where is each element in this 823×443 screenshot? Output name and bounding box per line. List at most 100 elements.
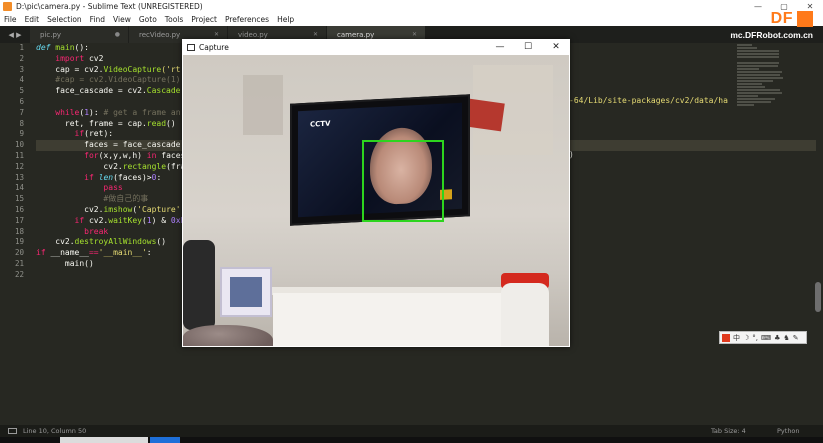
- minimap-line: [737, 56, 779, 58]
- minimap[interactable]: [737, 43, 817, 415]
- tab-close-icon[interactable]: ✕: [412, 31, 417, 38]
- sublime-app-icon: [3, 2, 12, 11]
- tab-nav-arrows-icon[interactable]: ◀ ▶: [0, 26, 30, 43]
- code-token: if: [36, 248, 51, 258]
- code-token: cv2.: [36, 237, 75, 247]
- menu-preferences[interactable]: Preferences: [225, 15, 269, 24]
- minimap-line: [737, 71, 782, 73]
- line-number: 4: [19, 75, 24, 85]
- tab-label: video.py: [238, 30, 268, 39]
- dfrobot-watermark: DF mc.DFRobot.com.cn: [730, 10, 813, 40]
- bottle: [501, 283, 549, 346]
- camera-frame: CCTV: [183, 55, 569, 346]
- line-number: 19: [14, 237, 24, 247]
- minimap-line: [737, 80, 774, 82]
- menu-selection[interactable]: Selection: [47, 15, 82, 24]
- code-token: read: [146, 118, 167, 128]
- capture-title: Capture: [199, 42, 229, 52]
- code-token: (): [84, 258, 94, 268]
- ime-moon-icon[interactable]: ☽: [743, 334, 749, 342]
- code-token: cv2.: [36, 204, 104, 214]
- tab-close-icon[interactable]: ✕: [313, 31, 318, 38]
- code-token: 'Capture': [137, 204, 181, 214]
- code-token: faces = face_cascade.: [36, 140, 186, 150]
- minimap-line: [737, 74, 781, 76]
- minimap-line: [737, 68, 760, 70]
- code-token: #cap = cv2.VideoCapture(1): [36, 75, 181, 85]
- menu-bar: File Edit Selection Find View Goto Tools…: [0, 13, 823, 26]
- code-token: main: [55, 43, 75, 52]
- code-token: (x,y,w,h): [98, 150, 147, 160]
- ime-keyboard-icon[interactable]: ⌨: [761, 334, 771, 342]
- menu-find[interactable]: Find: [90, 15, 105, 24]
- photo-frame: [220, 267, 272, 317]
- line-number: 3: [19, 64, 24, 74]
- code-token: cap = cv2.: [36, 64, 104, 74]
- minimap-line: [737, 77, 784, 79]
- menu-view[interactable]: View: [113, 15, 131, 24]
- taskbar-search[interactable]: [60, 437, 148, 443]
- line-number: 22: [14, 269, 24, 279]
- line-number: 14: [14, 183, 24, 193]
- tab-label: pic.py: [40, 30, 62, 39]
- code-token: if: [36, 215, 89, 225]
- taskbar-active-app[interactable]: [150, 437, 180, 443]
- ime-user-icon[interactable]: ♞: [783, 334, 789, 342]
- tab-label: camera.py: [337, 30, 375, 39]
- ime-mode[interactable]: 中: [733, 333, 740, 343]
- minimap-line: [737, 62, 779, 64]
- tab-pic[interactable]: pic.py ●: [30, 26, 129, 43]
- minimap-line: [737, 104, 754, 106]
- capture-minimize-button[interactable]: —: [486, 39, 514, 55]
- capture-close-button[interactable]: ✕: [542, 39, 570, 55]
- panel-toggle-icon[interactable]: [8, 428, 17, 434]
- minimap-line: [737, 89, 781, 91]
- code-token: pass: [36, 183, 123, 193]
- speaker: [183, 240, 215, 330]
- code-token: if: [36, 129, 85, 139]
- minimap-line: [737, 44, 753, 46]
- line-number-gutter: 1 2 3 4 5 6 7 8 9 10 11 12 13 14 15 16 17 18 19 20 21 22: [0, 43, 28, 415]
- menu-file[interactable]: File: [4, 15, 17, 24]
- ime-punct-icon[interactable]: °,: [752, 334, 758, 342]
- code-token: for: [36, 150, 99, 160]
- line-number: 5: [19, 86, 24, 96]
- code-token: face_cascade = cv2.: [36, 86, 147, 96]
- capture-title-bar[interactable]: Capture — ☐ ✕: [182, 39, 570, 55]
- code-token: cv2: [88, 53, 104, 63]
- menu-project[interactable]: Project: [191, 15, 217, 24]
- code-token: import: [36, 53, 89, 63]
- menu-goto[interactable]: Goto: [139, 15, 157, 24]
- dfrobot-logo-icon: [797, 11, 813, 27]
- code-token: in: [146, 150, 162, 160]
- tab-dirty-icon[interactable]: ●: [115, 31, 120, 38]
- tab-size[interactable]: Tab Size: 4: [711, 427, 746, 435]
- tab-close-icon[interactable]: ✕: [214, 31, 219, 38]
- line-number: 18: [14, 226, 24, 236]
- code-token: ) &: [151, 215, 171, 225]
- code-token: if: [36, 172, 99, 182]
- code-overflow-path: -64/Lib/site-packages/cv2/data/ha: [569, 96, 728, 105]
- line-number: 1: [19, 43, 24, 52]
- menu-help[interactable]: Help: [277, 15, 294, 24]
- code-token: (): [166, 118, 176, 128]
- ime-skin-icon[interactable]: ♣: [774, 334, 780, 342]
- wall-shadow: [243, 75, 283, 135]
- menu-tools[interactable]: Tools: [165, 15, 183, 24]
- line-number: 16: [14, 204, 24, 214]
- line-number: 2: [19, 53, 24, 63]
- watermark-logo: DF: [770, 10, 793, 27]
- minimap-line: [737, 95, 758, 97]
- ime-toolbar[interactable]: 中 ☽ °, ⌨ ♣ ♞ ✎: [719, 331, 807, 344]
- syntax-mode[interactable]: Python: [777, 427, 800, 435]
- ime-tools-icon[interactable]: ✎: [793, 334, 799, 342]
- code-token: ==: [88, 248, 99, 258]
- code-token: :: [156, 172, 162, 182]
- vertical-scrollbar[interactable]: [815, 282, 821, 312]
- face-detection-box: [362, 140, 444, 222]
- code-token: ):: [89, 107, 104, 117]
- minimap-line: [737, 92, 782, 94]
- capture-maximize-button[interactable]: ☐: [514, 39, 542, 55]
- menu-edit[interactable]: Edit: [25, 15, 40, 24]
- code-token: ('rt: [161, 64, 181, 74]
